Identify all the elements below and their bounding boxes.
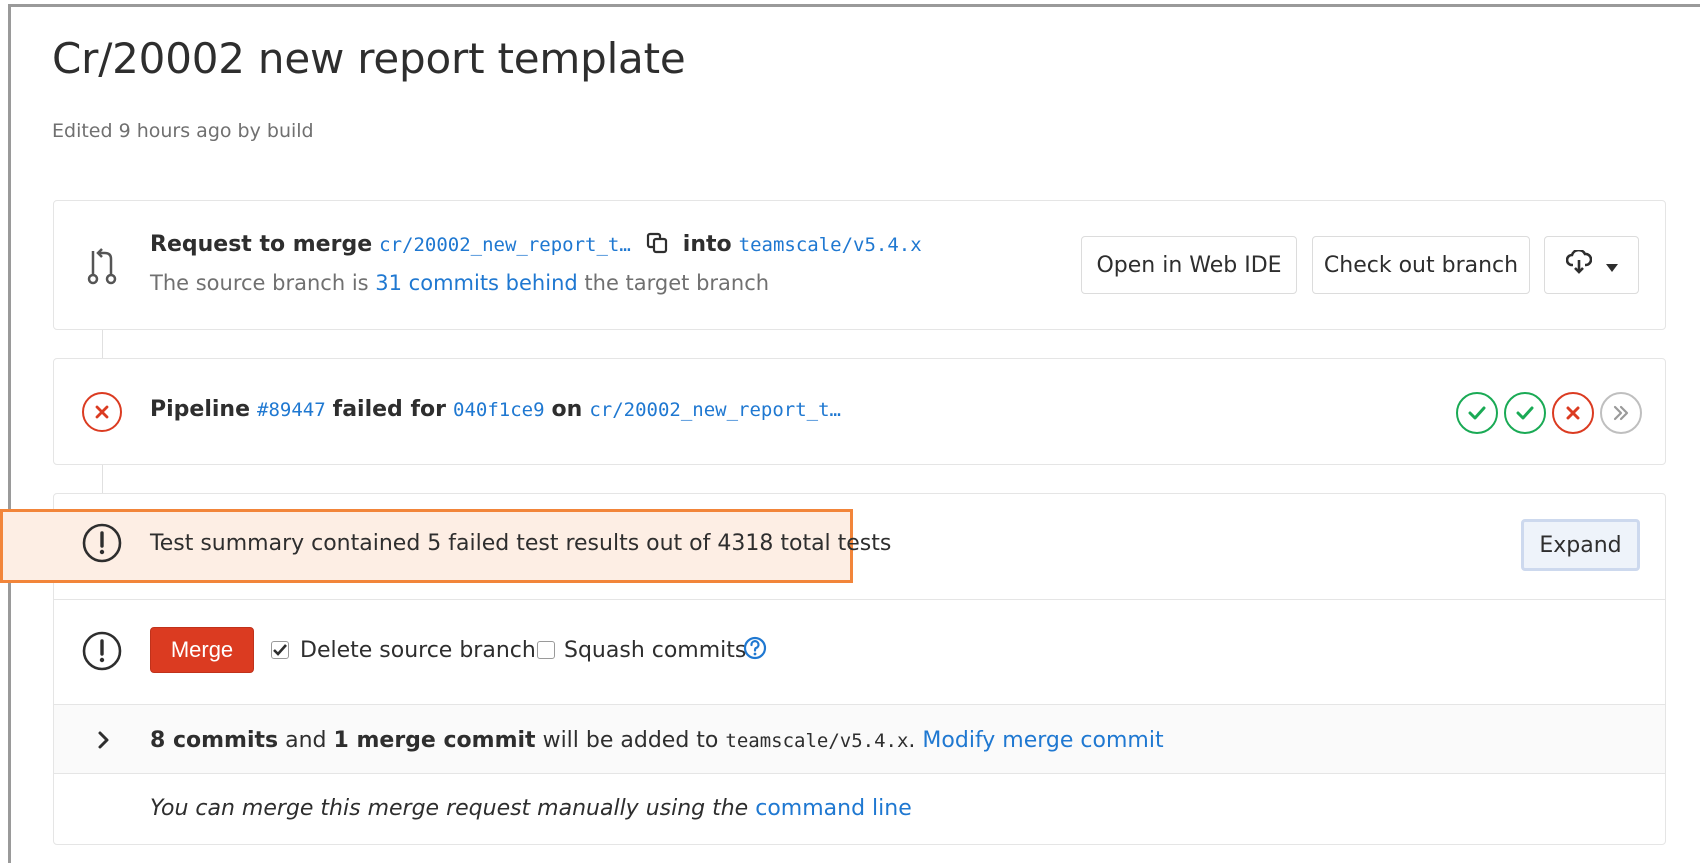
download-dropdown-button[interactable] (1544, 236, 1639, 294)
cloud-download-icon (1565, 248, 1592, 280)
commits-target-branch: teamscale/v5.4.x (725, 730, 909, 752)
commits-added-text: will be added to (542, 728, 719, 753)
target-branch-link[interactable]: teamscale/v5.4.x (739, 234, 922, 256)
warning-icon (80, 629, 124, 673)
pipeline-on-label: on (551, 397, 583, 422)
merge-button[interactable]: Merge (150, 627, 254, 673)
squash-commits-label[interactable]: Squash commits (564, 638, 746, 663)
merge-request-icon (80, 243, 124, 287)
pipeline-stages (1456, 392, 1642, 434)
test-summary-text: Test summary contained 5 failed test res… (150, 531, 892, 556)
stage-passed-icon[interactable] (1504, 392, 1546, 434)
open-web-ide-button[interactable]: Open in Web IDE (1081, 236, 1297, 294)
request-to-merge-label: Request to merge (150, 232, 373, 257)
squash-commits-checkbox[interactable] (537, 641, 555, 659)
pipeline-failed-icon[interactable] (80, 390, 124, 434)
check-out-branch-button[interactable]: Check out branch (1312, 236, 1530, 294)
pipeline-branch-link[interactable]: cr/20002_new_report_t… (589, 399, 841, 421)
source-branch-link[interactable]: cr/20002_new_report_t… (379, 234, 631, 256)
commits-period: . (908, 728, 916, 753)
commits-summary-text: 8 commits and 1 merge commit will be add… (150, 728, 1164, 753)
into-label: into (682, 232, 732, 257)
commit-count: 8 commits (150, 728, 279, 753)
timeline-connector (102, 330, 103, 358)
commits-and: and (285, 728, 327, 753)
help-icon[interactable] (743, 636, 767, 664)
stage-passed-icon[interactable] (1456, 392, 1498, 434)
section-divider (54, 599, 1665, 600)
commit-sha-link[interactable]: 040f1ce9 (453, 399, 545, 421)
edited-info: Edited 9 hours ago by build (52, 120, 314, 142)
manual-merge-text: You can merge this merge request manuall… (150, 796, 749, 821)
expand-button[interactable]: Expand (1521, 519, 1640, 571)
pipeline-status-line: Pipeline #89447 failed for 040f1ce9 on c… (150, 397, 841, 422)
delete-source-branch-label[interactable]: Delete source branch (300, 638, 536, 663)
pipeline-id-link[interactable]: #89447 (257, 399, 326, 421)
manual-merge-info: You can merge this merge request manuall… (150, 796, 912, 821)
modify-merge-commit-link[interactable]: Modify merge commit (922, 728, 1163, 753)
commits-behind-link[interactable]: 31 commits behind (375, 271, 577, 295)
stage-skipped-icon[interactable] (1600, 392, 1642, 434)
merge-commit-count: 1 merge commit (333, 728, 536, 753)
timeline-connector (102, 465, 103, 493)
delete-source-branch-checkbox[interactable] (271, 641, 289, 659)
branch-behind-info: The source branch is 31 commits behind t… (150, 271, 769, 295)
warning-icon (80, 521, 124, 565)
chevron-down-icon (1605, 253, 1618, 278)
page-title: Cr/20002 new report template (52, 34, 686, 83)
copy-branch-icon[interactable] (646, 232, 668, 260)
pipeline-status-text: failed for (332, 397, 447, 422)
merge-request-line: Request to merge cr/20002_new_report_t… … (150, 232, 922, 260)
command-line-link[interactable]: command line (755, 796, 912, 821)
behind-prefix: The source branch is (150, 271, 369, 295)
behind-suffix: the target branch (584, 271, 770, 295)
pipeline-label: Pipeline (150, 397, 250, 422)
stage-failed-icon[interactable] (1552, 392, 1594, 434)
chevron-right-icon[interactable] (94, 728, 114, 752)
